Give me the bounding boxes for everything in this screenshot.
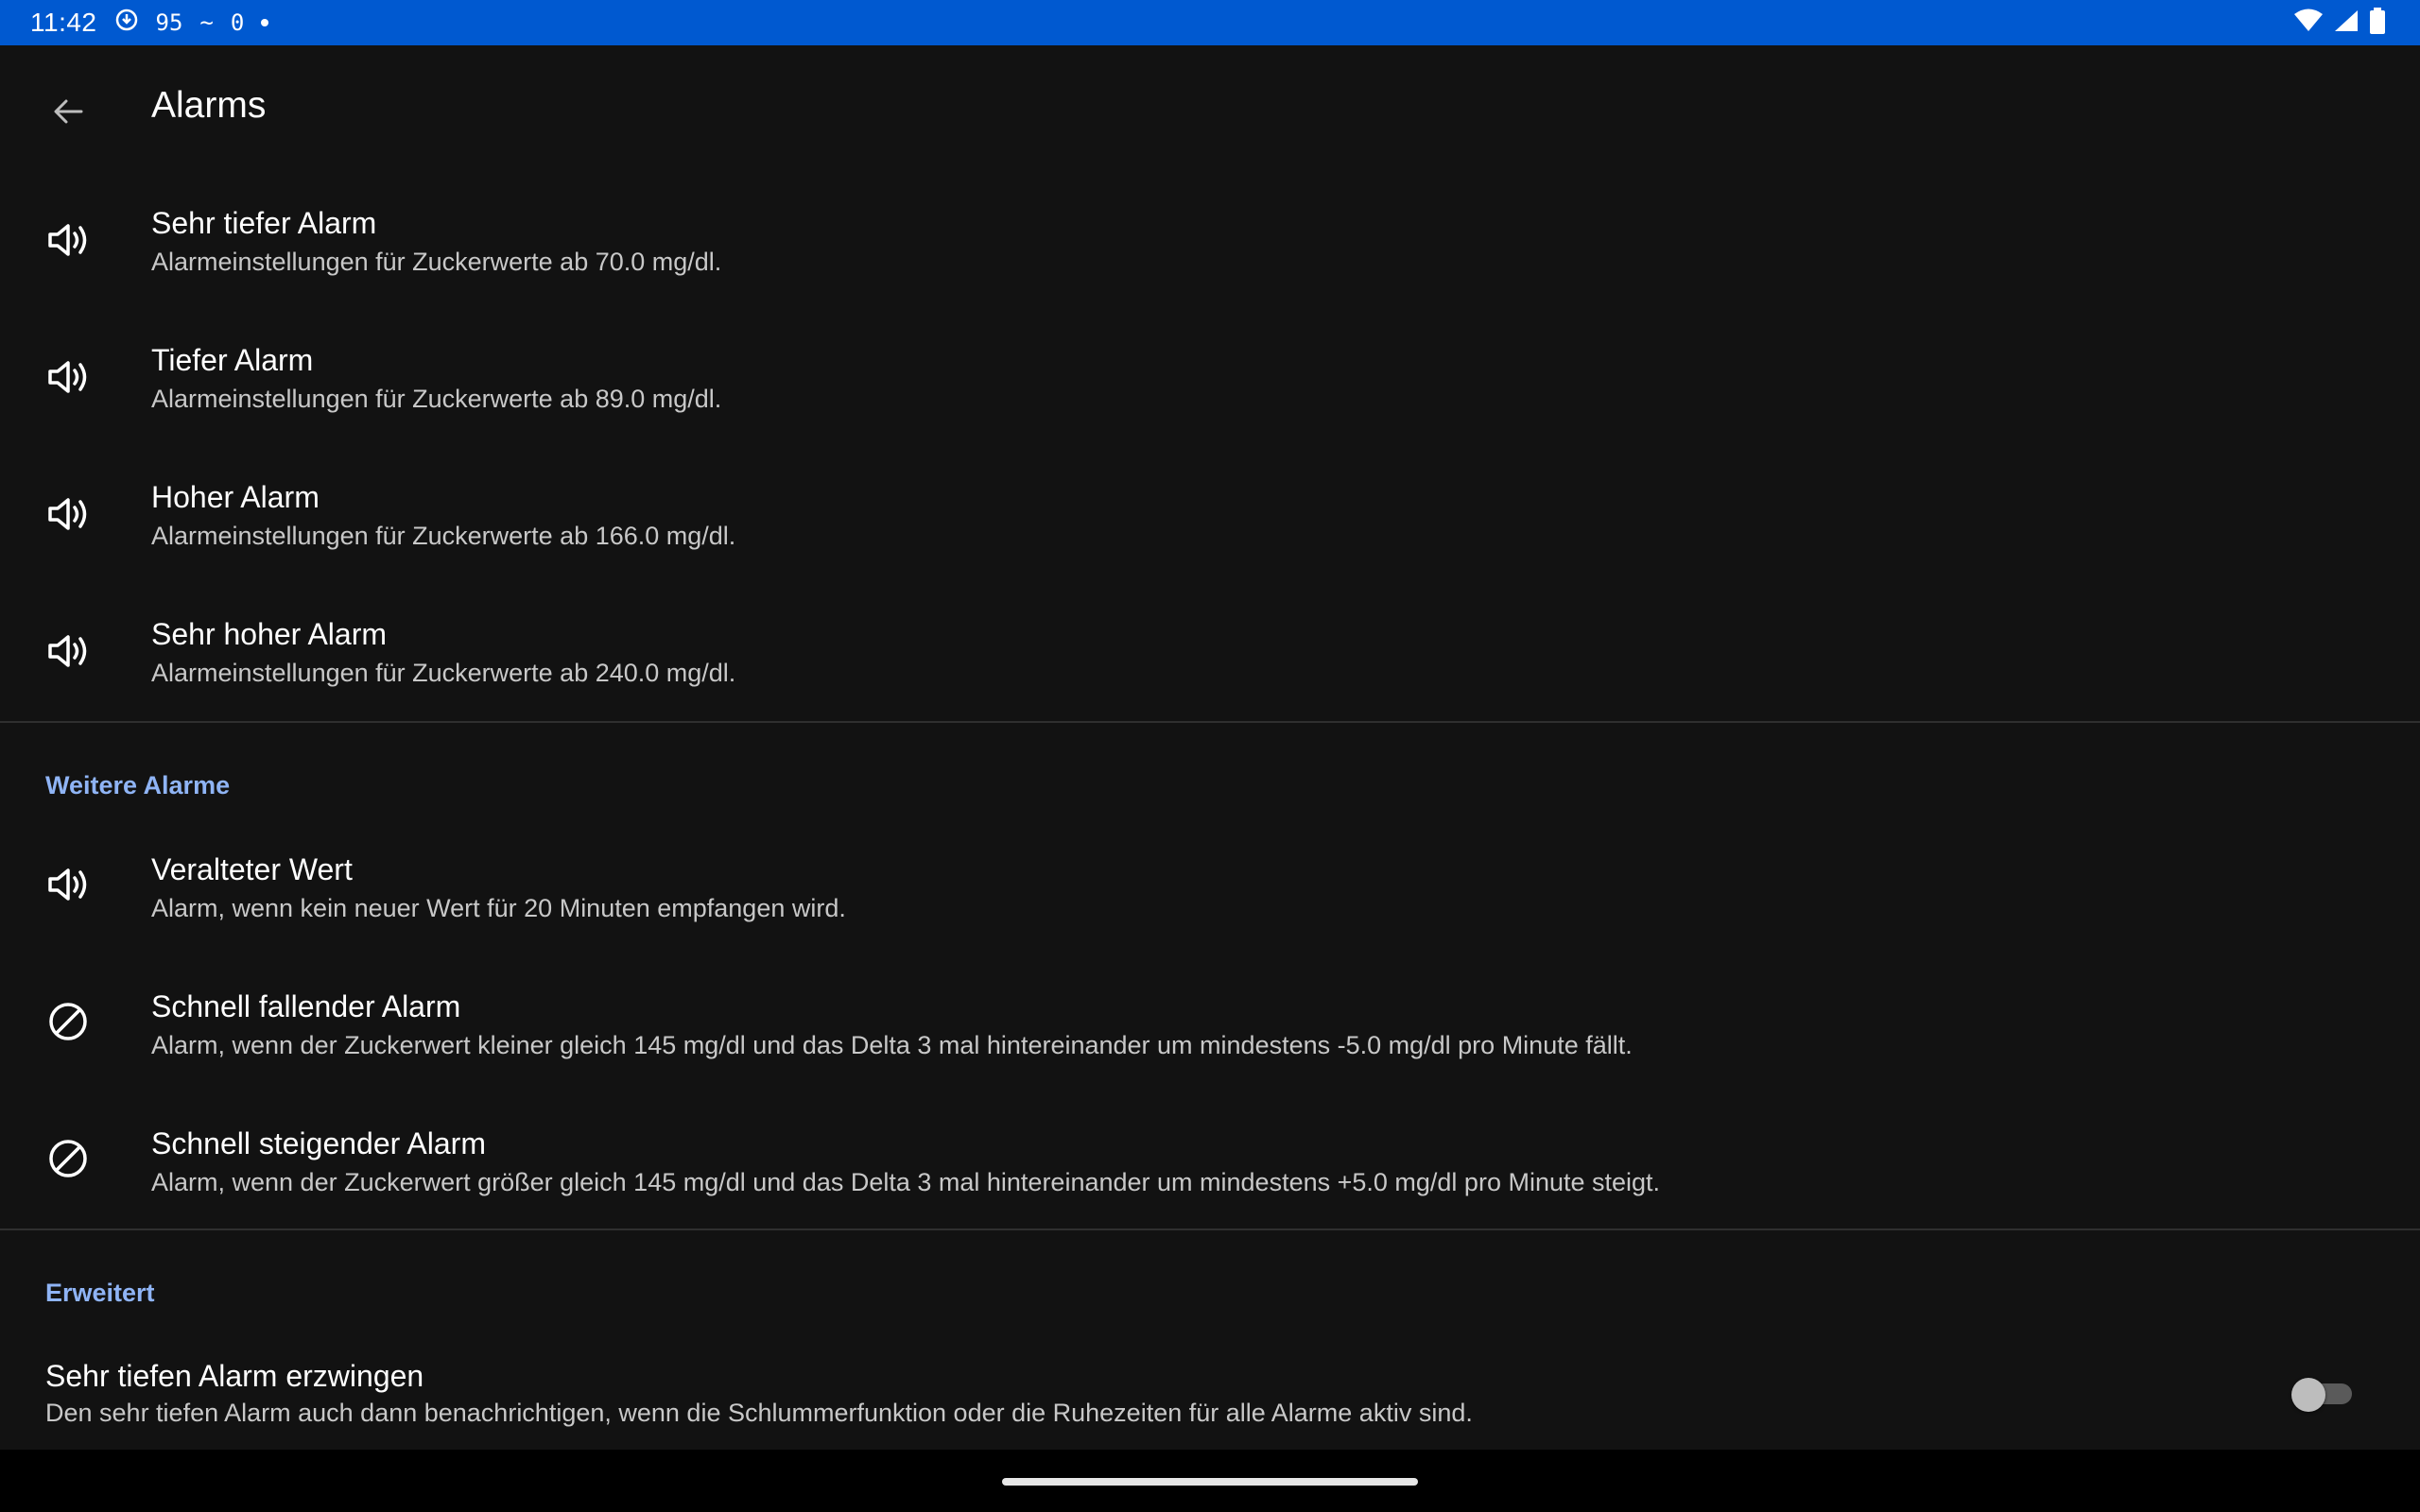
status-right: [2293, 0, 2386, 45]
setting-title: Sehr tiefen Alarm erzwingen: [45, 1359, 424, 1393]
force-very-low-alarm-row[interactable]: Sehr tiefen Alarm erzwingen Den sehr tie…: [0, 1332, 2420, 1436]
alarm-subtitle: Alarm, wenn der Zuckerwert kleiner gleic…: [151, 1031, 1633, 1059]
alarm-title: Tiefer Alarm: [151, 343, 314, 377]
status-bar: 11:42 95 ~ 0: [0, 0, 2420, 45]
status-indicator-2: ~: [199, 9, 214, 36]
battery-icon: [2369, 7, 2386, 39]
alarm-item-fast-rising[interactable]: Schnell steigender Alarm Alarm, wenn der…: [0, 1091, 2420, 1228]
volume-icon: [45, 628, 91, 674]
alarm-subtitle: Alarmeinstellungen für Zuckerwerte ab 24…: [151, 659, 736, 687]
force-very-low-alarm-toggle[interactable]: [2291, 1376, 2354, 1412]
alarm-item-high[interactable]: Hoher Alarm Alarmeinstellungen für Zucke…: [0, 446, 2420, 583]
volume-icon: [45, 217, 91, 263]
status-time: 11:42: [30, 8, 97, 37]
alarm-title: Schnell fallender Alarm: [151, 989, 461, 1023]
alarm-item-low[interactable]: Tiefer Alarm Alarmeinstellungen für Zuck…: [0, 309, 2420, 446]
alarm-item-very-low[interactable]: Sehr tiefer Alarm Alarmeinstellungen für…: [0, 172, 2420, 309]
section-header-advanced: Erweitert: [45, 1279, 155, 1307]
alarm-item-stale-value[interactable]: Veralteter Wert Alarm, wenn kein neuer W…: [0, 816, 2420, 954]
blocked-icon: [45, 999, 91, 1044]
alarm-subtitle: Alarm, wenn kein neuer Wert für 20 Minut…: [151, 894, 846, 922]
app-bar: [0, 45, 2420, 166]
alarm-title: Veralteter Wert: [151, 852, 353, 886]
notification-dot: [261, 19, 269, 26]
volume-icon: [45, 862, 91, 907]
divider: [0, 721, 2420, 723]
blocked-icon: [45, 1136, 91, 1181]
status-indicator-1: 95: [155, 9, 183, 36]
arrow-back-icon: [49, 93, 87, 135]
page-title: Alarms: [151, 85, 267, 126]
wifi-icon: [2293, 9, 2324, 38]
alarm-item-fast-falling[interactable]: Schnell fallender Alarm Alarm, wenn der …: [0, 954, 2420, 1091]
toggle-thumb: [2291, 1378, 2325, 1412]
status-left: 11:42 95 ~ 0: [30, 0, 269, 45]
alarm-title: Hoher Alarm: [151, 480, 320, 514]
signal-icon: [2333, 9, 2360, 38]
section-header-further: Weitere Alarme: [45, 771, 231, 799]
home-gesture-handle[interactable]: [1002, 1478, 1418, 1486]
alarm-subtitle: Alarmeinstellungen für Zuckerwerte ab 70…: [151, 248, 722, 276]
alarm-title: Sehr tiefer Alarm: [151, 206, 377, 240]
alarm-subtitle: Alarmeinstellungen für Zuckerwerte ab 89…: [151, 385, 722, 413]
navigation-bar: [0, 1450, 2420, 1512]
alarm-subtitle: Alarmeinstellungen für Zuckerwerte ab 16…: [151, 522, 736, 550]
alarm-title: Schnell steigender Alarm: [151, 1126, 486, 1160]
volume-icon: [45, 354, 91, 400]
setting-subtitle: Den sehr tiefen Alarm auch dann benachri…: [45, 1399, 1473, 1427]
alarm-title: Sehr hoher Alarm: [151, 617, 388, 651]
alarm-subtitle: Alarm, wenn der Zuckerwert größer gleich…: [151, 1168, 1661, 1196]
divider: [0, 1228, 2420, 1230]
status-indicator-3: 0: [230, 9, 245, 36]
back-button[interactable]: [38, 83, 98, 144]
volume-icon: [45, 491, 91, 537]
sync-icon: [114, 8, 139, 39]
alarm-item-very-high[interactable]: Sehr hoher Alarm Alarmeinstellungen für …: [0, 583, 2420, 720]
